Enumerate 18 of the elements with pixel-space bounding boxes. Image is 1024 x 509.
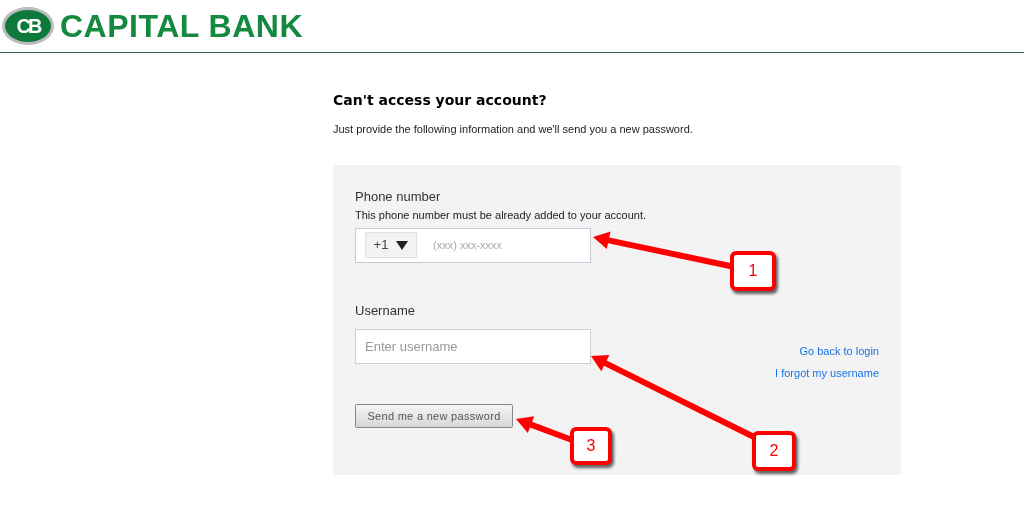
- text-link[interactable]: I forgot my username: [775, 365, 879, 382]
- username-field[interactable]: Enter username: [355, 329, 591, 364]
- send-password-button[interactable]: Send me a new password: [355, 404, 513, 428]
- page-subtitle: Just provide the following information and we'll send you a new password.: [333, 122, 694, 137]
- page-title: Can't access your account?: [333, 91, 548, 110]
- text-link[interactable]: Go back to login: [799, 342, 879, 359]
- annotation-badge: 1: [730, 251, 776, 291]
- username-label: Username: [355, 301, 416, 320]
- logo-emblem: CB: [2, 7, 54, 45]
- dropdown-caret-icon: [396, 240, 409, 250]
- phone-hint: This phone number must be already added to your account.: [355, 208, 648, 223]
- phone-input[interactable]: (xxx) xxx-xxxx: [433, 236, 573, 254]
- phone-label: Phone number: [355, 187, 442, 206]
- country-code-select[interactable]: +1: [365, 232, 417, 258]
- bank-name: CAPITAL BANK: [60, 10, 304, 42]
- phone-field[interactable]: +1 (xxx) xxx-xxxx: [355, 227, 591, 263]
- annotation-badge: 3: [570, 427, 612, 465]
- annotation-badge: 2: [752, 431, 796, 471]
